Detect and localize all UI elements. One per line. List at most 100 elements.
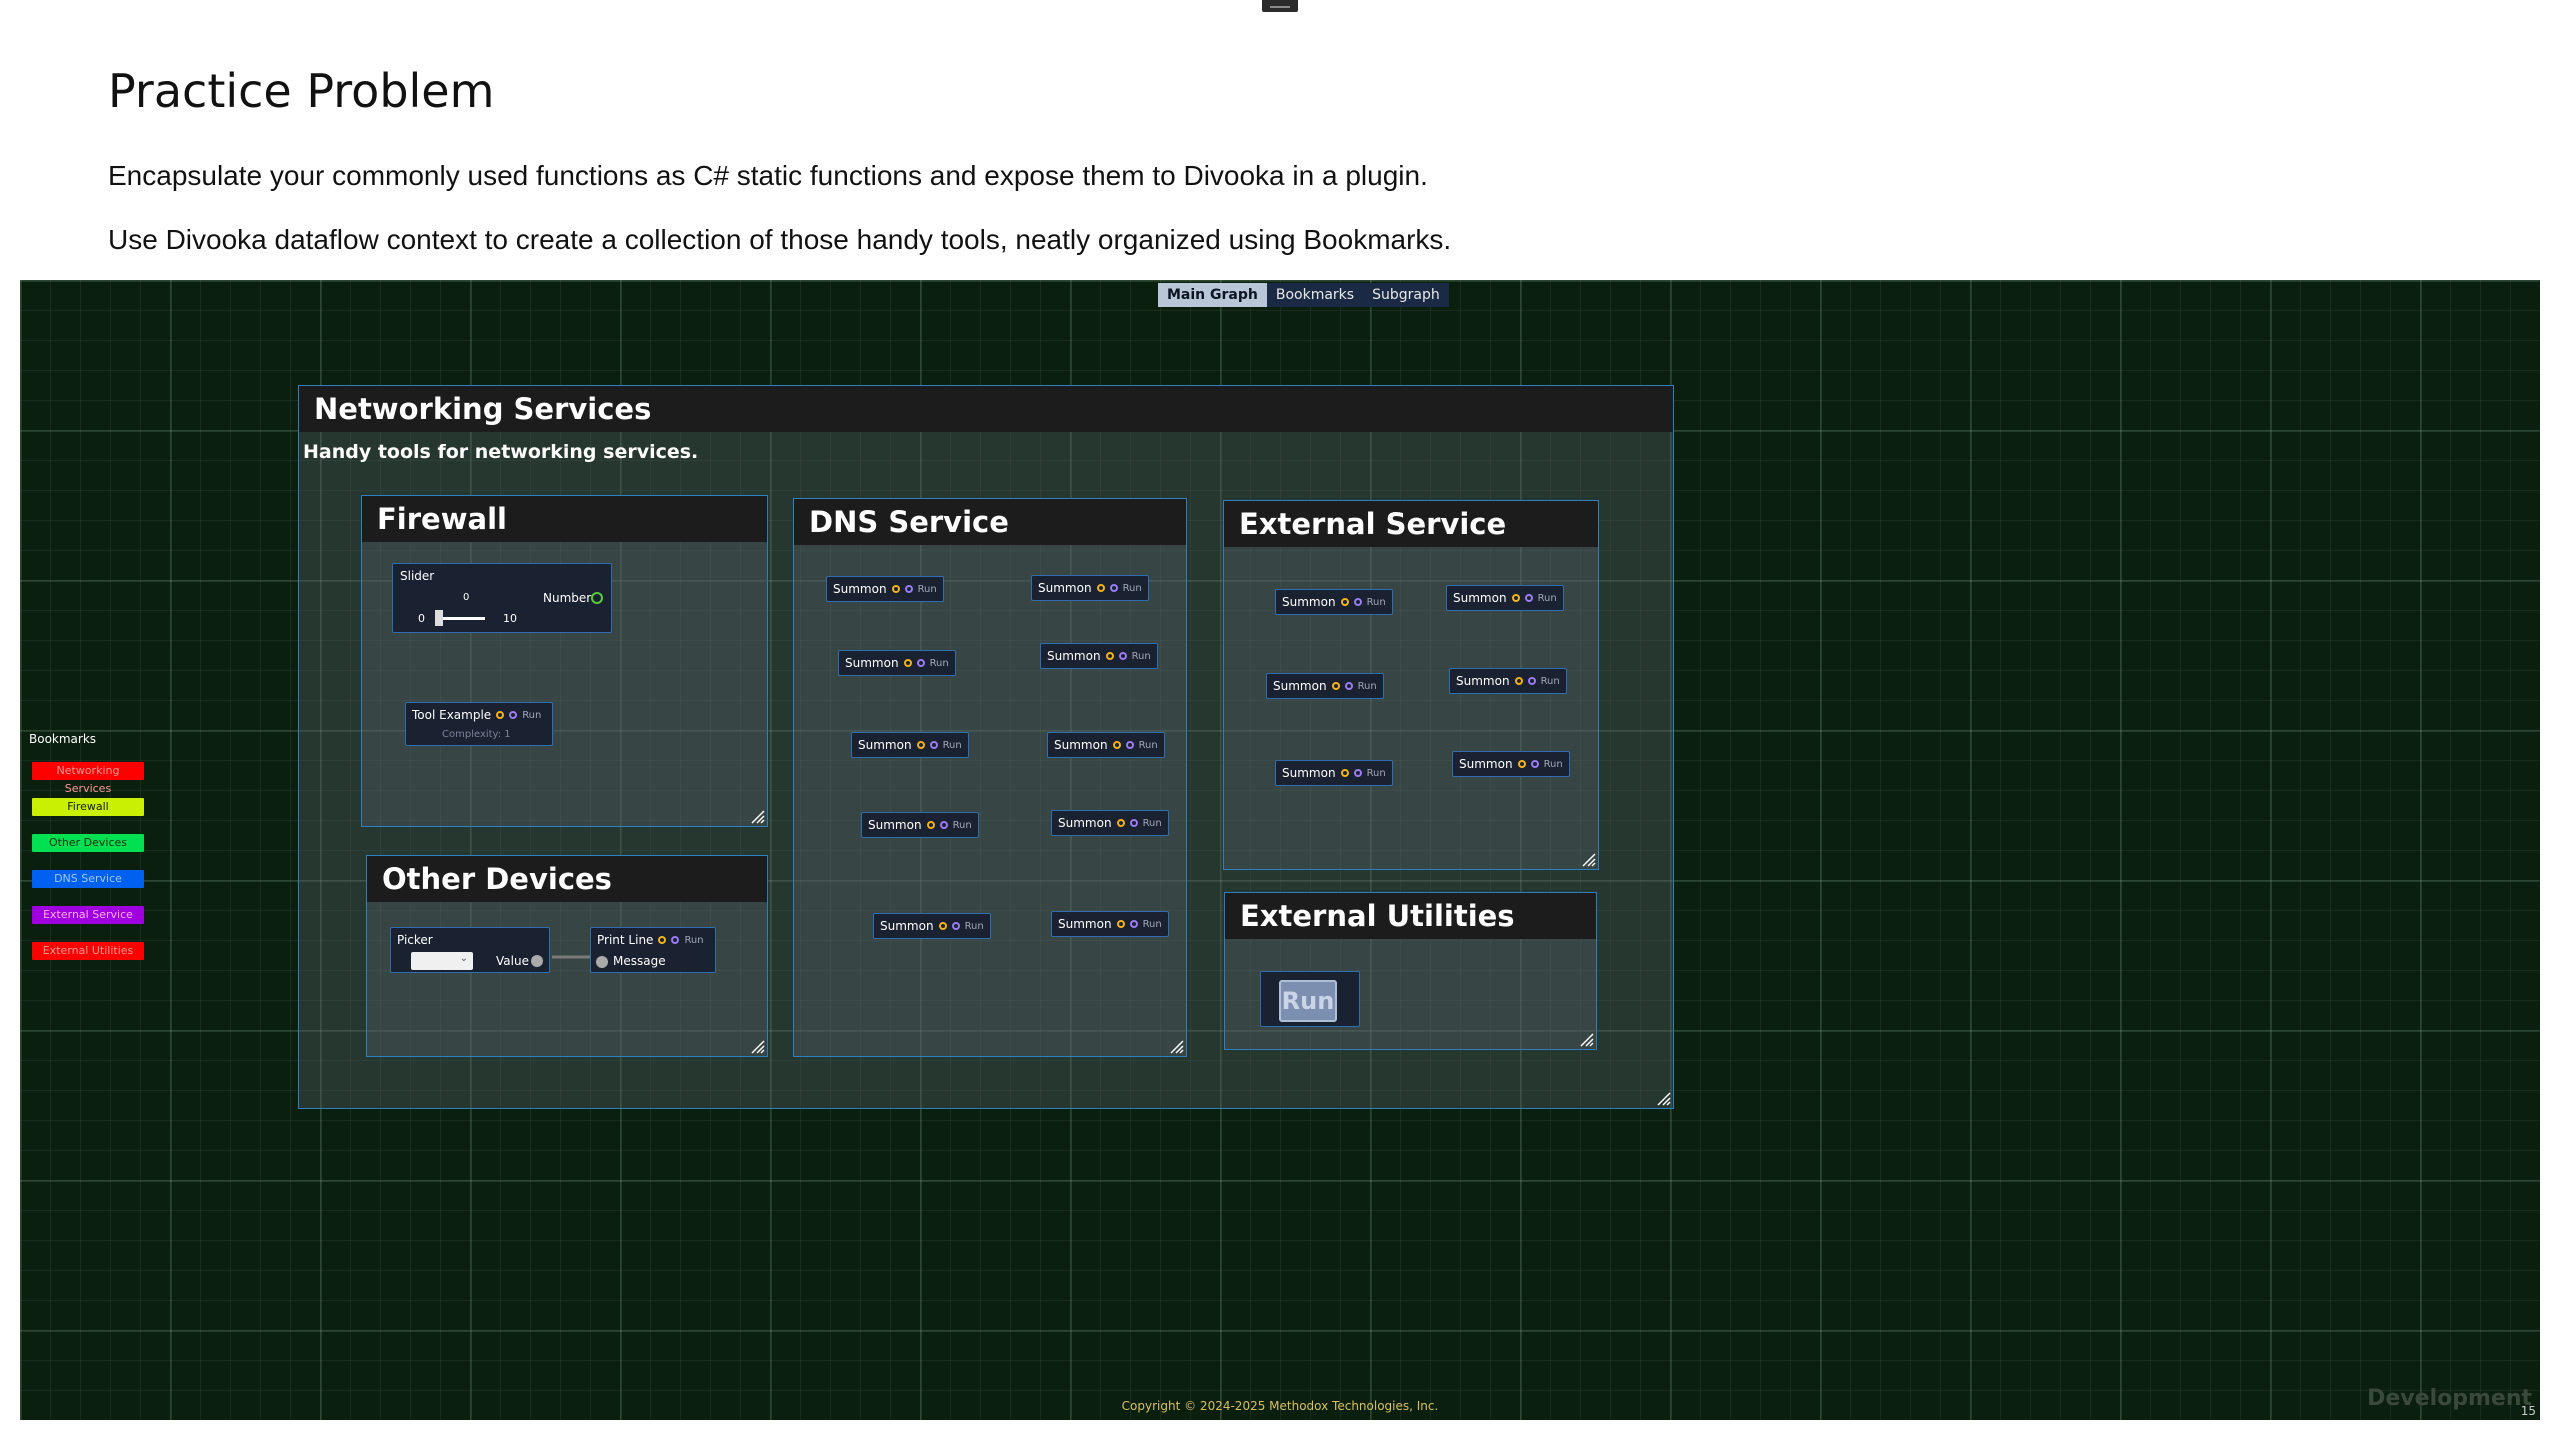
exec-pin-icon[interactable] <box>916 659 925 667</box>
exec-pin-icon[interactable] <box>1129 920 1138 928</box>
run-label[interactable]: Run <box>1123 583 1142 594</box>
exec-pin-icon[interactable] <box>1353 769 1362 777</box>
exec-pin-icon[interactable] <box>1118 652 1127 660</box>
run-label[interactable]: Run <box>943 740 962 751</box>
summon-node[interactable]: Summon Run <box>861 812 979 838</box>
exec-pin-icon[interactable] <box>904 585 913 593</box>
exec-pin-icon[interactable] <box>938 922 947 930</box>
resize-handle-icon[interactable] <box>751 810 765 824</box>
exec-pin-icon[interactable] <box>1340 769 1349 777</box>
summon-node[interactable]: Summon Run <box>1449 668 1567 694</box>
exec-pin-icon[interactable] <box>1129 819 1138 827</box>
summon-node[interactable]: Summon Run <box>1051 911 1169 937</box>
exec-pin-icon[interactable] <box>658 936 667 944</box>
run-label[interactable]: Run <box>1132 651 1151 662</box>
exec-pin-icon[interactable] <box>1527 677 1536 685</box>
tab-main-graph[interactable]: Main Graph <box>1158 283 1267 307</box>
picker-dropdown[interactable]: ⌄ <box>411 952 473 970</box>
exec-pin-icon[interactable] <box>926 821 935 829</box>
exec-pin-icon[interactable] <box>1353 598 1362 606</box>
exec-pin-icon[interactable] <box>509 711 518 719</box>
slider-node[interactable]: Slider 0 Number 0 10 <box>392 563 612 633</box>
bookmark-other-devices[interactable]: Other Devices <box>32 834 144 852</box>
output-pin-icon[interactable] <box>591 592 603 604</box>
run-label[interactable]: Run <box>522 710 541 721</box>
input-pin-icon[interactable] <box>596 956 608 968</box>
run-label[interactable]: Run <box>965 921 984 932</box>
run-label[interactable]: Run <box>953 820 972 831</box>
run-label[interactable]: Run <box>1541 676 1560 687</box>
run-label[interactable]: Run <box>1367 597 1386 608</box>
run-button-node[interactable]: Run <box>1260 971 1360 1027</box>
output-pin-icon[interactable] <box>531 955 543 967</box>
run-label[interactable]: Run <box>1143 919 1162 930</box>
resize-handle-icon[interactable] <box>1657 1092 1671 1106</box>
exec-pin-icon[interactable] <box>1331 682 1340 690</box>
exec-pin-icon[interactable] <box>1340 598 1349 606</box>
exec-pin-icon[interactable] <box>1116 920 1125 928</box>
exec-pin-icon[interactable] <box>1524 594 1533 602</box>
exec-pin-icon[interactable] <box>1344 682 1353 690</box>
run-label[interactable]: Run <box>1139 740 1158 751</box>
bookmark-external-utilities[interactable]: External Utilities <box>32 942 144 960</box>
bookmark-external-service[interactable]: External Service <box>32 906 144 924</box>
print-line-node[interactable]: Print Line Run Message <box>590 927 716 973</box>
resize-handle-icon[interactable] <box>1580 1033 1594 1047</box>
run-label[interactable]: Run <box>1358 681 1377 692</box>
summon-node[interactable]: Summon Run <box>851 732 969 758</box>
exec-pin-icon[interactable] <box>939 821 948 829</box>
run-label[interactable]: Run <box>1367 768 1386 779</box>
resize-handle-icon[interactable] <box>1582 853 1596 867</box>
exec-pin-icon[interactable] <box>1517 760 1526 768</box>
exec-pin-icon[interactable] <box>1511 594 1520 602</box>
summon-node[interactable]: Summon Run <box>1031 575 1149 601</box>
exec-pin-icon[interactable] <box>1530 760 1539 768</box>
summon-node[interactable]: Summon Run <box>1051 810 1169 836</box>
exec-pin-icon[interactable] <box>1105 652 1114 660</box>
window-handle[interactable] <box>1262 0 1298 12</box>
run-label[interactable]: Run <box>1143 818 1162 829</box>
resize-handle-icon[interactable] <box>1170 1040 1184 1054</box>
run-label[interactable]: Run <box>930 658 949 669</box>
tab-subgraph[interactable]: Subgraph <box>1363 283 1449 307</box>
exec-pin-icon[interactable] <box>916 741 925 749</box>
exec-pin-icon[interactable] <box>891 585 900 593</box>
exec-pin-icon[interactable] <box>1514 677 1523 685</box>
summon-node[interactable]: Summon Run <box>873 913 991 939</box>
summon-node[interactable]: Summon Run <box>1452 751 1570 777</box>
frame-firewall[interactable]: Firewall <box>361 495 768 827</box>
summon-node[interactable]: Summon Run <box>838 650 956 676</box>
tab-bookmarks[interactable]: Bookmarks <box>1267 283 1363 307</box>
run-button[interactable]: Run <box>1279 980 1337 1022</box>
summon-node[interactable]: Summon Run <box>1446 585 1564 611</box>
exec-pin-icon[interactable] <box>1116 819 1125 827</box>
resize-handle-icon[interactable] <box>751 1040 765 1054</box>
summon-node[interactable]: Summon Run <box>1040 643 1158 669</box>
bookmark-dns-service[interactable]: DNS Service <box>32 870 144 888</box>
exec-pin-icon[interactable] <box>671 936 680 944</box>
run-label[interactable]: Run <box>684 935 703 946</box>
exec-pin-icon[interactable] <box>1125 741 1134 749</box>
summon-node[interactable]: Summon Run <box>1266 673 1384 699</box>
summon-node[interactable]: Summon Run <box>1275 589 1393 615</box>
run-label[interactable]: Run <box>918 584 937 595</box>
slider-thumb[interactable] <box>435 610 443 626</box>
summon-node[interactable]: Summon Run <box>1047 732 1165 758</box>
summon-node[interactable]: Summon Run <box>826 576 944 602</box>
summon-node[interactable]: Summon Run <box>1275 760 1393 786</box>
exec-pin-icon[interactable] <box>951 922 960 930</box>
exec-pin-icon[interactable] <box>1112 741 1121 749</box>
exec-pin-icon[interactable] <box>496 711 505 719</box>
exec-pin-icon[interactable] <box>1096 584 1105 592</box>
tool-example-node[interactable]: Tool Example Run Complexity: 1 <box>405 702 553 746</box>
exec-pin-icon[interactable] <box>1109 584 1118 592</box>
exec-pin-icon[interactable] <box>903 659 912 667</box>
graph-canvas[interactable]: Main Graph Bookmarks Subgraph Bookmarks … <box>20 280 2540 1420</box>
run-label[interactable]: Run <box>1538 593 1557 604</box>
bookmark-networking-services[interactable]: Networking Services <box>32 762 144 795</box>
run-label[interactable]: Run <box>1544 759 1563 770</box>
exec-pin-icon[interactable] <box>929 741 938 749</box>
picker-node[interactable]: Picker ⌄ Value <box>390 927 550 973</box>
bookmark-firewall[interactable]: Firewall <box>32 798 144 816</box>
slider-max: 10 <box>503 612 517 625</box>
